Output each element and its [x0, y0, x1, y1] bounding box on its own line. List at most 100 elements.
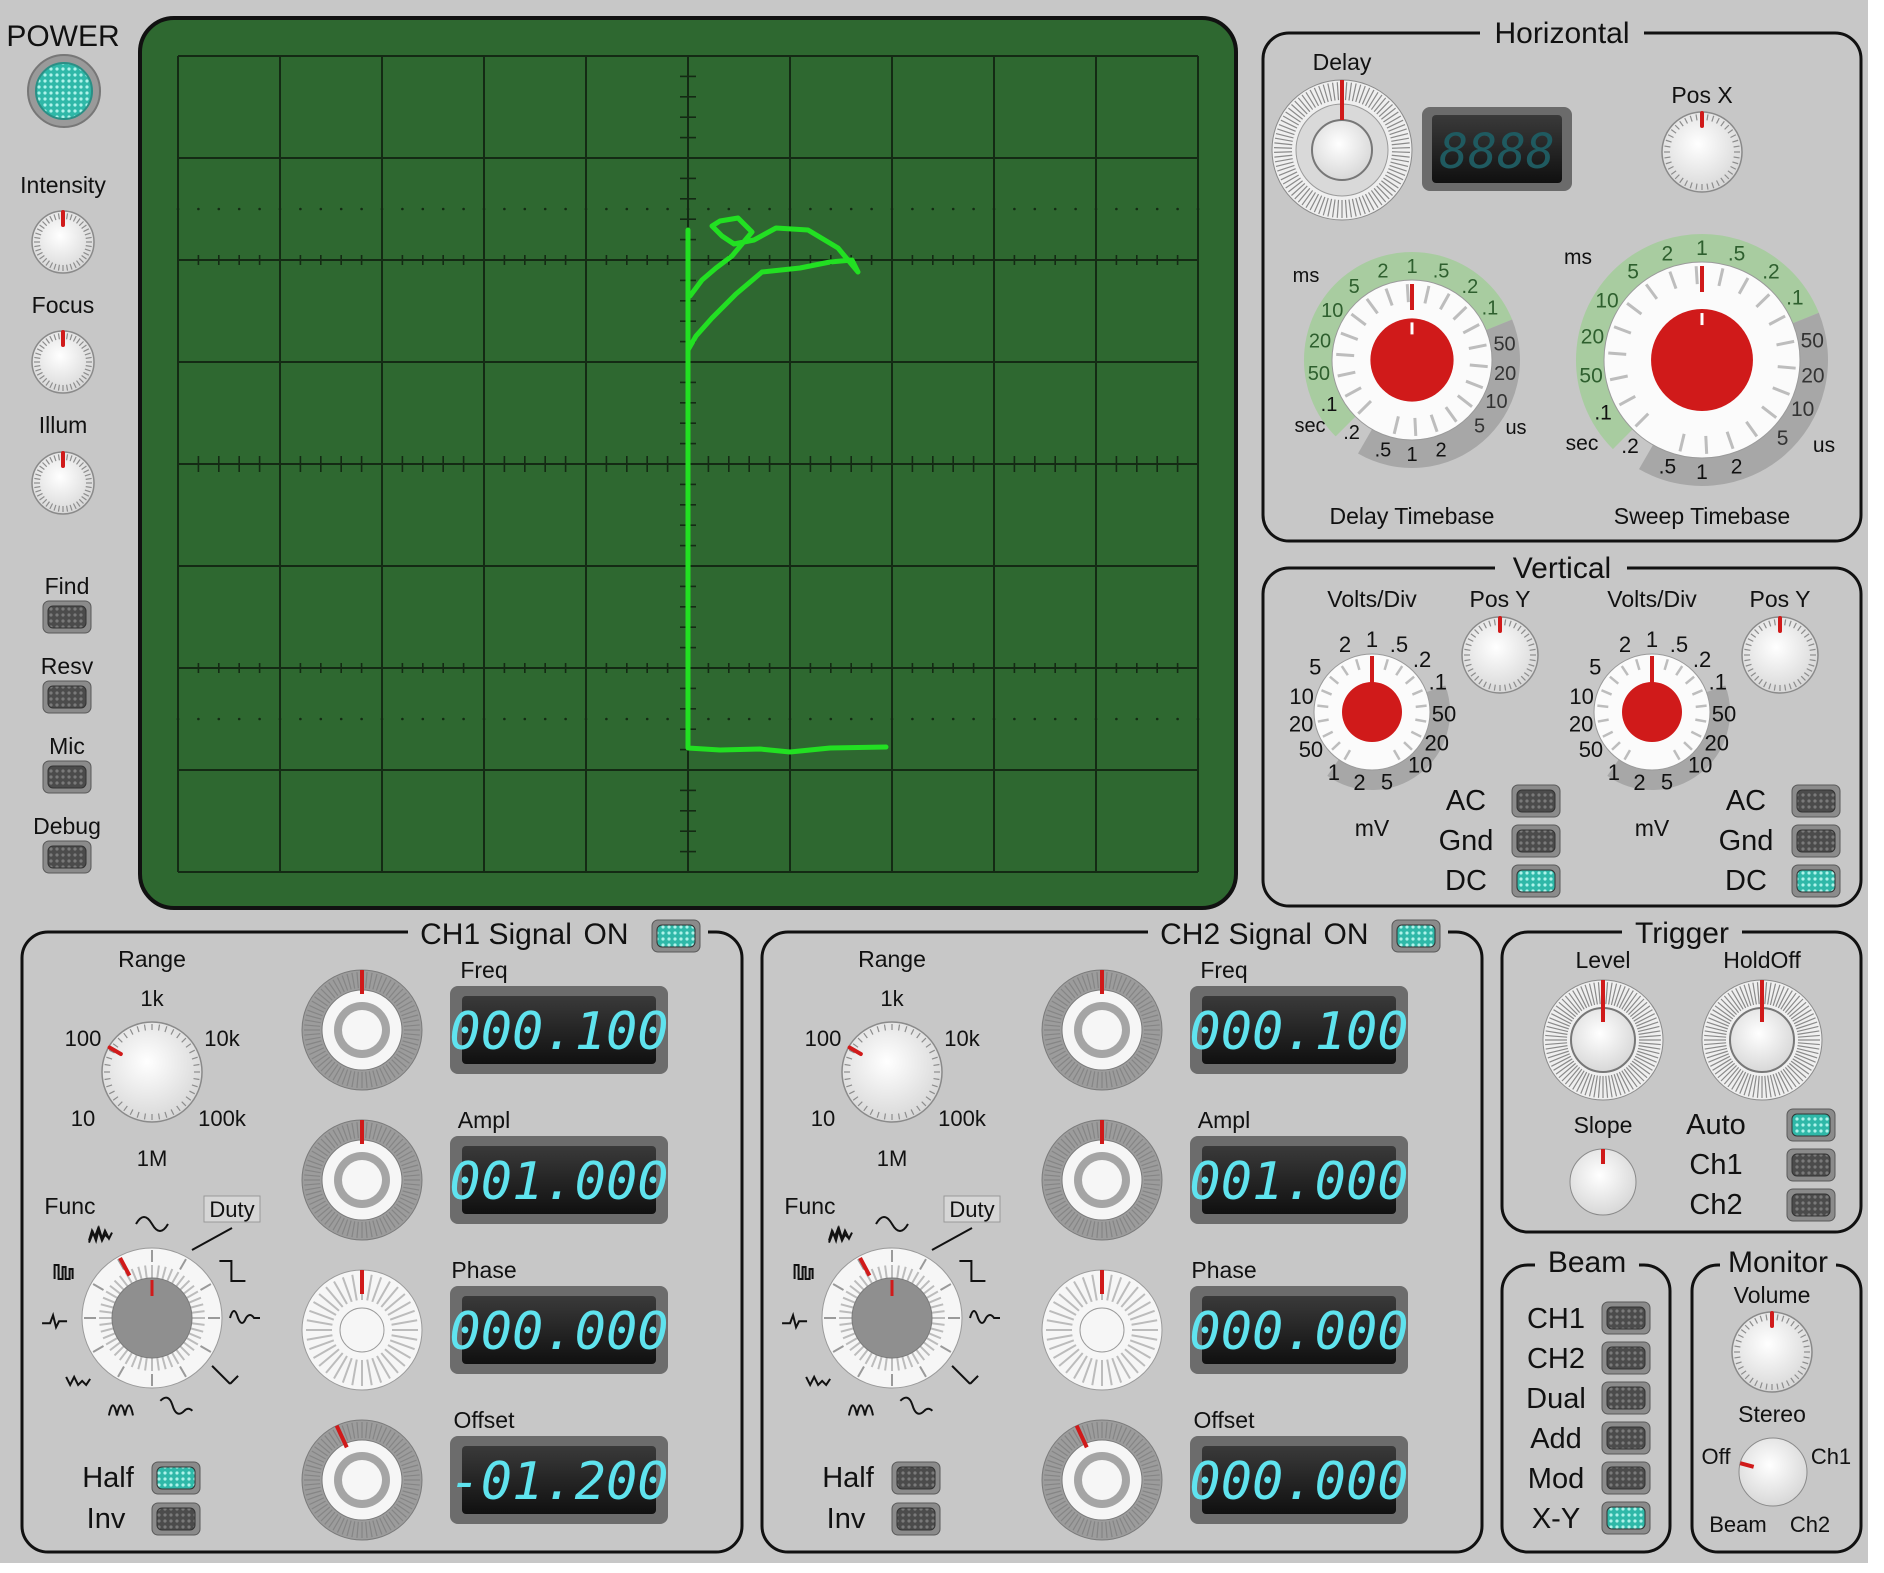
ch1-volts-div-scale-t0: 2 [1339, 632, 1351, 657]
ch1-func-label: Func [44, 1193, 95, 1219]
ch1-freq-label: Freq [460, 957, 507, 983]
monitor-volume-knob[interactable] [1731, 1311, 1813, 1393]
mic-button[interactable] [42, 760, 92, 794]
ch1-ampl-label: Ampl [458, 1107, 510, 1133]
trigger-slope-label: Slope [1574, 1112, 1633, 1138]
trigger-level-knob[interactable] [1542, 979, 1664, 1101]
ch2-ac-button[interactable] [1791, 784, 1841, 818]
sweep-timebase-scale-top-1: 1 [1696, 237, 1708, 260]
ch1-dc-button[interactable] [1511, 864, 1561, 898]
trigger-ch2-button[interactable] [1786, 1188, 1836, 1222]
ch1-range-tick-100: 100 [65, 1026, 102, 1051]
ch1-phase-knob[interactable] [301, 1269, 423, 1391]
ch1-signal-on-button[interactable] [651, 919, 701, 953]
ch1-gnd-label: Gnd [1439, 825, 1494, 857]
delay-timebase-unit-sec: sec [1294, 415, 1325, 437]
trigger-slope-knob[interactable] [1569, 1148, 1637, 1216]
ch2-ampl-display: 001.000 [1189, 1136, 1409, 1224]
beam-item-label: X-Y [1532, 1503, 1580, 1535]
ch1-unit-label: mV [1355, 815, 1390, 841]
ch2-phase-label: Phase [1191, 1257, 1256, 1283]
ch2-gnd-button[interactable] [1791, 824, 1841, 858]
beam-item-button[interactable] [1601, 1381, 1651, 1415]
ch1-phase-display: 000.000 [449, 1286, 669, 1374]
delay-knob[interactable] [1271, 79, 1413, 221]
monitor-stereo-label: Stereo [1738, 1401, 1806, 1427]
ch2-freq-label: Freq [1200, 957, 1247, 983]
ch1-half-button[interactable] [151, 1461, 201, 1495]
ch1-volts-div-scale-r0: 50 [1432, 702, 1456, 727]
pos-x-knob[interactable] [1661, 111, 1743, 193]
ch2-ampl-knob[interactable] [1041, 1119, 1163, 1241]
bottom-margin [0, 1563, 1884, 1573]
beam-item-button[interactable] [1601, 1461, 1651, 1495]
ch1-gnd-button[interactable] [1511, 824, 1561, 858]
ch2-offset-knob[interactable] [1041, 1419, 1163, 1541]
led-trig-ch1-indicator [1791, 1153, 1831, 1177]
beam-item-button[interactable] [1601, 1301, 1651, 1335]
ch1-volts-div-scale-t4: .1 [1429, 670, 1447, 695]
ch1-phase-label: Phase [451, 1257, 516, 1283]
monitor-ch1-label: Ch1 [1811, 1444, 1851, 1469]
led-ch2-dc-indicator [1796, 869, 1836, 893]
power-label: POWER [6, 20, 119, 53]
trigger-auto-button[interactable] [1786, 1108, 1836, 1142]
focus-knob[interactable] [31, 330, 95, 394]
ch1-ampl-knob[interactable] [301, 1119, 423, 1241]
find-button[interactable] [42, 600, 92, 634]
ch2-ampl-label: Ampl [1198, 1107, 1250, 1133]
led-ch2-ac-indicator [1796, 789, 1836, 813]
ch1-phase-value: 000.000 [449, 1302, 668, 1362]
ch1-volts-div-scale-t3: .2 [1413, 647, 1431, 672]
ch1-offset-value: -01.200 [449, 1452, 668, 1512]
trigger-holdoff-knob[interactable] [1701, 979, 1823, 1101]
ch1-freq-knob[interactable] [301, 969, 423, 1091]
ch2-volts-div-scale-b1: 2 [1633, 770, 1645, 795]
ch1-offset-knob[interactable] [301, 1419, 423, 1541]
monitor-title: Monitor [1728, 1246, 1828, 1279]
ch1-ac-button[interactable] [1511, 784, 1561, 818]
ch2-range-knob[interactable] [841, 1021, 943, 1123]
ch2-inv-button[interactable] [891, 1502, 941, 1536]
beam-item-label: Add [1530, 1423, 1582, 1455]
ch2-pos-y-knob[interactable] [1741, 616, 1819, 694]
ch2-volts-div-scale-l0: 5 [1589, 655, 1601, 680]
ch2-dc-button[interactable] [1791, 864, 1841, 898]
trigger-title: Trigger [1635, 917, 1729, 950]
beam-item-button[interactable] [1601, 1421, 1651, 1455]
ch2-range-tick-1k: 1k [880, 986, 904, 1011]
ch2-phase-knob[interactable] [1041, 1269, 1163, 1391]
delay-timebase-scale-sec-1: .2 [1343, 422, 1360, 444]
trigger-ch1-button[interactable] [1786, 1148, 1836, 1182]
ch2-freq-knob[interactable] [1041, 969, 1163, 1091]
resv-button[interactable] [42, 680, 92, 714]
monitor-stereo-selector-knob[interactable] [1738, 1437, 1808, 1507]
ch2-volts-div-scale-l2: 20 [1569, 712, 1593, 737]
ch1-inv-button[interactable] [151, 1502, 201, 1536]
beam-item-button[interactable] [1601, 1341, 1651, 1375]
ch2-volts-div-center-knob [1622, 682, 1682, 742]
ch1-range-knob[interactable] [101, 1021, 203, 1123]
ch1-volts-div-scale-t1: 1 [1366, 627, 1378, 652]
beam-item-button[interactable] [1601, 1501, 1651, 1535]
sweep-timebase-scale-top-4: .1 [1786, 286, 1804, 309]
trigger-level-label: Level [1576, 947, 1631, 973]
ch2-unit-label: mV [1635, 815, 1670, 841]
beam-item-label: Dual [1526, 1383, 1586, 1415]
ch2-half-button[interactable] [891, 1461, 941, 1495]
debug-button[interactable] [42, 840, 92, 874]
illum-knob[interactable] [31, 451, 95, 515]
intensity-knob[interactable] [31, 210, 95, 274]
ch1-volts-div-scale-b1: 2 [1353, 770, 1365, 795]
power-button-icon[interactable] [27, 54, 101, 128]
ch1-inv-label: Inv [87, 1503, 126, 1535]
led-mic-indicator [47, 765, 87, 789]
find-label: Find [45, 573, 90, 599]
trigger-ch2-label: Ch2 [1689, 1189, 1742, 1221]
ch1-duty-label: Duty [209, 1197, 254, 1222]
ch2-signal-on-button[interactable] [1391, 919, 1441, 953]
pos-x-label: Pos X [1671, 82, 1732, 108]
trigger-auto-label: Auto [1686, 1109, 1746, 1141]
ch1-pos-y-knob[interactable] [1461, 616, 1539, 694]
ch2-ac-label: AC [1726, 785, 1766, 817]
